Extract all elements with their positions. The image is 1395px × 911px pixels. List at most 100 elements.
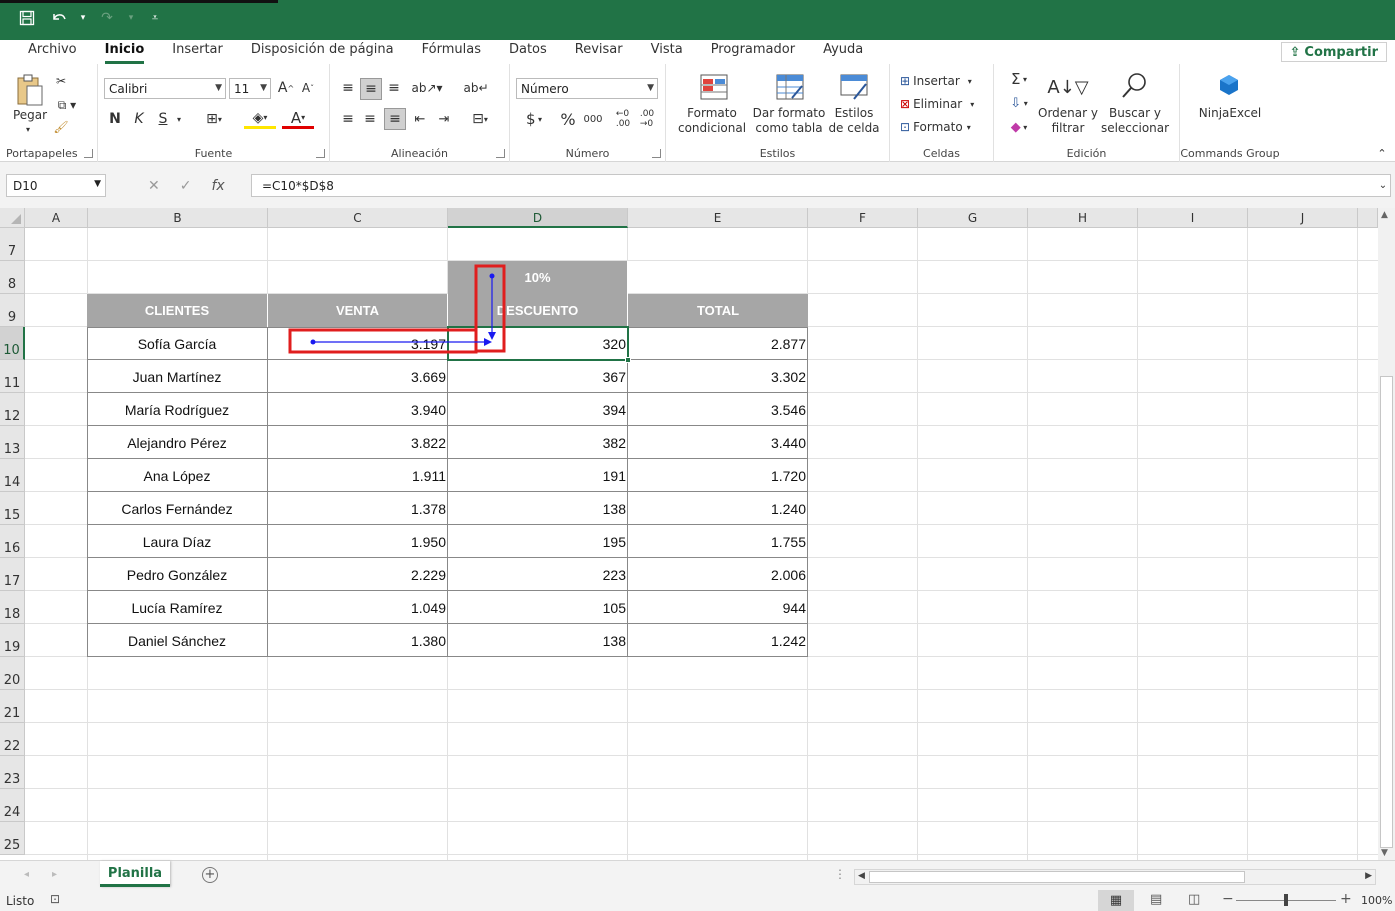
align-bottom-icon[interactable]: ≡ [384,78,404,98]
confirm-icon[interactable]: ✓ [180,178,192,194]
cell-styles-icon[interactable] [838,72,870,102]
sort-filter-label[interactable]: Ordenar y filtrar [1038,106,1098,136]
font-launcher-icon[interactable] [316,149,325,158]
scroll-down-icon[interactable]: ▼ [1381,848,1388,858]
cell-styles-label[interactable]: Estilos de celda [826,106,882,136]
tab-vista[interactable]: Vista [637,40,697,64]
sheet-tab-planilla[interactable]: Planilla [100,861,170,887]
cut-icon[interactable]: ✂ [52,72,70,90]
clear-icon[interactable]: ◆ ▾ [1004,118,1034,136]
ninjaexcel-icon[interactable] [1218,74,1240,96]
next-sheet-icon[interactable]: ▸ [52,869,57,880]
fill-color-icon[interactable]: ◈ ▾ [244,109,276,129]
decrease-decimal-icon[interactable]: .00 →0 [636,109,658,129]
increase-indent-icon[interactable]: ⇥ [434,109,454,129]
prev-sheet-icon[interactable]: ◂ [24,869,29,880]
find-select-label[interactable]: Buscar y seleccionar [1098,106,1172,136]
merge-center-icon[interactable]: ⊟ ▾ [464,109,496,129]
insert-cells-button[interactable]: ⊞ Insertar ▾ [900,72,984,90]
scroll-right-icon[interactable]: ▶ [1365,871,1372,881]
scroll-up-icon[interactable]: ▲ [1381,210,1388,220]
normal-view-icon[interactable]: ▦ [1098,890,1134,911]
zoom-out-icon[interactable]: − [1222,891,1234,907]
collapse-ribbon-icon[interactable]: ⌃ [1374,146,1390,160]
formula-input[interactable]: =C10*$D$8 [251,174,1391,197]
undo-icon[interactable] [46,5,72,31]
zoom-slider-thumb[interactable] [1284,894,1288,906]
delete-cells-button[interactable]: ⊠ Eliminar ▾ [900,95,984,113]
tab-insertar[interactable]: Insertar [158,40,237,64]
tab-formulas[interactable]: Fórmulas [408,40,495,64]
increase-font-icon[interactable]: A ^ [276,78,296,98]
italic-button[interactable]: K [130,109,148,129]
insert-function-icon[interactable]: fx [211,178,224,194]
spreadsheet-grid[interactable]: ABCDEFGHIJ 7 8 9 10 11 12 13 14 15 16 17 18 19 20 21 22… [0,208,1378,860]
add-sheet-icon[interactable]: + [202,867,218,883]
scroll-left-icon[interactable]: ◀ [858,871,865,881]
paste-dropdown-icon[interactable]: ▾ [22,124,34,134]
fill-icon[interactable]: ⇩ ▾ [1004,94,1034,112]
wrap-text-icon[interactable]: ab↵ [463,78,488,98]
page-layout-view-icon[interactable]: ▤ [1150,892,1162,907]
font-size-combo[interactable]: 11 ▼ [229,78,271,99]
redo-dropdown-icon[interactable]: ▾ [126,5,136,31]
format-cells-button[interactable]: ⊡ Formato ▾ [900,118,984,136]
vertical-scrollbar[interactable]: ▲ ▼ [1378,208,1395,860]
customize-qat-icon[interactable]: ⩡ [142,5,168,31]
decrease-font-icon[interactable]: Aˇ [298,78,318,98]
page-break-view-icon[interactable]: ◫ [1188,892,1200,907]
zoom-in-icon[interactable]: + [1340,891,1352,907]
copy-icon[interactable]: ⧉ ▾ [52,96,82,114]
name-box[interactable]: D10 ▼ [6,174,106,197]
number-launcher-icon[interactable] [652,149,661,158]
cancel-icon[interactable]: ✕ [148,178,160,194]
format-painter-icon[interactable]: 🖌 [52,118,70,136]
decrease-indent-icon[interactable]: ⇤ [410,109,430,129]
zoom-level[interactable]: 100% [1361,894,1392,907]
horizontal-scrollbar[interactable]: ◀ ▶ [854,869,1376,885]
align-center-icon[interactable]: ≡ [360,109,380,129]
autosum-icon[interactable]: Σ ▾ [1004,70,1034,88]
paste-icon[interactable] [14,72,46,108]
orientation-icon[interactable]: ab↗▾ [411,78,442,98]
thousands-icon[interactable]: 000 [582,109,604,129]
font-color-icon[interactable]: A ▾ [282,109,314,129]
borders-icon[interactable]: ⊞ ▾ [198,109,230,129]
align-top-icon[interactable]: ≡ [338,78,358,98]
undo-dropdown-icon[interactable]: ▾ [78,5,88,31]
redo-icon[interactable]: ↷ [94,5,120,31]
bold-button[interactable]: N [106,109,124,129]
align-left-icon[interactable]: ≡ [338,109,358,129]
horizontal-scroll-thumb[interactable] [869,871,1245,883]
percent-icon[interactable]: % [558,109,578,129]
format-as-table-label[interactable]: Dar formato como tabla [752,106,826,136]
underline-dropdown-icon[interactable]: ▾ [174,112,184,126]
tab-archivo[interactable]: Archivo [14,40,91,64]
tab-revisar[interactable]: Revisar [561,40,637,64]
sort-filter-icon[interactable]: A↓▽ [1047,72,1088,102]
zoom-slider[interactable] [1236,894,1336,906]
align-middle-icon[interactable]: ≡ [360,78,382,100]
search-icon[interactable] [1118,70,1150,102]
increase-decimal-icon[interactable]: ←0.00 [612,109,634,129]
tab-disposicion[interactable]: Disposición de página [237,40,408,64]
paste-label[interactable]: Pegar [8,108,52,123]
alignment-launcher-icon[interactable] [496,149,505,158]
macro-record-icon[interactable]: ⊡ [50,892,60,906]
tab-programador[interactable]: Programador [697,40,809,64]
share-button[interactable]: ⇪ Compartir [1280,42,1387,62]
save-icon[interactable] [14,5,40,31]
conditional-format-label[interactable]: Formato condicional [672,106,752,136]
underline-button[interactable]: S [154,109,172,129]
font-name-combo[interactable]: Calibri ▼ [104,78,226,99]
tab-ayuda[interactable]: Ayuda [809,40,877,64]
ninjaexcel-label[interactable]: NinjaExcel [1190,106,1270,121]
clipboard-launcher-icon[interactable] [84,149,93,158]
expand-formula-icon[interactable]: ⌄ [1376,178,1390,192]
tab-datos[interactable]: Datos [495,40,561,64]
number-format-combo[interactable]: Número ▼ [516,78,658,99]
hscroll-splitter-icon[interactable]: ⋮ [834,867,846,881]
vertical-scroll-thumb[interactable] [1380,376,1393,848]
format-as-table-icon[interactable] [774,72,806,102]
conditional-format-icon[interactable] [698,72,730,102]
